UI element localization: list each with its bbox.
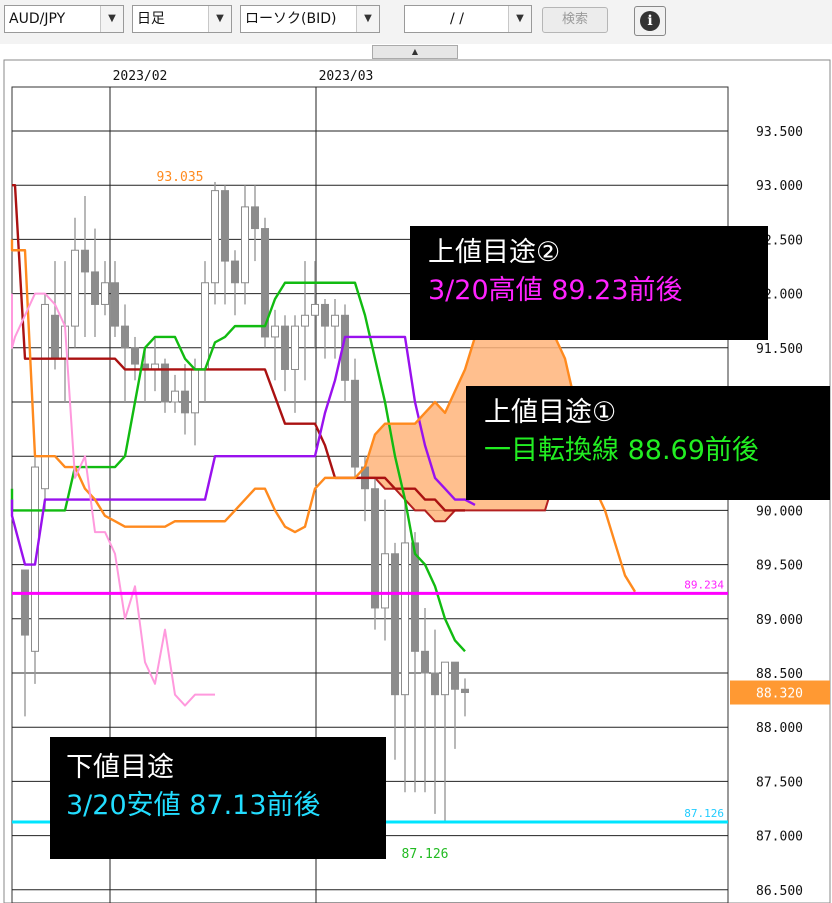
current-price-label: 88.320 bbox=[756, 687, 803, 702]
x-tick-label: 2023/03 bbox=[319, 69, 374, 84]
candle-body bbox=[201, 282, 209, 370]
candle-body bbox=[251, 206, 259, 230]
y-tick-label: 93.000 bbox=[756, 179, 803, 194]
candle bbox=[31, 456, 39, 684]
y-tick-label: 88.000 bbox=[756, 721, 803, 736]
candle-body bbox=[321, 303, 329, 327]
candle-body bbox=[271, 325, 279, 338]
candle-body bbox=[301, 314, 309, 327]
lower-target-title: 下値目途 bbox=[66, 752, 174, 783]
candle-body bbox=[371, 488, 379, 609]
y-tick-label: 88.500 bbox=[756, 667, 803, 682]
candle-body bbox=[51, 314, 59, 360]
high-price-label: 93.035 bbox=[157, 170, 204, 185]
candle-body bbox=[181, 390, 189, 414]
candle-body bbox=[291, 325, 299, 370]
candle-body bbox=[101, 282, 109, 305]
upper-target-1-box: 上値目途① 一目転換線 88.69前後 bbox=[466, 386, 830, 500]
candle-body bbox=[91, 271, 99, 305]
candle-body bbox=[401, 542, 409, 696]
candle-body bbox=[311, 303, 319, 316]
y-tick-label: 90.000 bbox=[756, 504, 803, 519]
candle-body bbox=[81, 249, 89, 273]
candle-body bbox=[211, 190, 219, 284]
candle-body bbox=[421, 650, 429, 674]
candle-body bbox=[171, 390, 179, 403]
candle-body bbox=[241, 206, 249, 284]
upper-target-1-title: 上値目途① bbox=[484, 397, 617, 428]
candle-body bbox=[451, 661, 459, 690]
y-tick-label: 87.500 bbox=[756, 775, 803, 790]
y-tick-label: 86.500 bbox=[756, 884, 803, 899]
candle-body bbox=[221, 190, 229, 262]
candle-body bbox=[191, 368, 199, 414]
y-tick-label: 89.500 bbox=[756, 559, 803, 574]
candle bbox=[41, 293, 49, 511]
low-price-label: 87.126 bbox=[402, 847, 449, 862]
candle-body bbox=[381, 553, 389, 609]
lower-target-box: 下値目途 3/20安値 87.13前後 bbox=[50, 737, 386, 859]
cyan-line-label: 87.126 bbox=[684, 807, 724, 820]
upper-target-2-box: 上値目途② 3/20高値 89.23前後 bbox=[410, 226, 768, 340]
magenta-line-label: 89.234 bbox=[684, 578, 724, 591]
candle-body bbox=[121, 325, 129, 349]
candle-body bbox=[331, 314, 339, 327]
y-tick-label: 89.000 bbox=[756, 613, 803, 628]
candle-body bbox=[231, 260, 239, 284]
candle-body bbox=[351, 379, 359, 468]
candle-body bbox=[431, 672, 439, 696]
candle-body bbox=[411, 542, 419, 652]
candle-body bbox=[281, 325, 289, 370]
candle bbox=[371, 477, 379, 630]
candle-body bbox=[21, 569, 29, 636]
candle-body bbox=[41, 303, 49, 490]
x-tick-label: 2023/02 bbox=[113, 69, 168, 84]
candle bbox=[261, 217, 269, 348]
candle-body bbox=[111, 282, 119, 327]
candle-body bbox=[131, 347, 139, 365]
y-tick-label: 87.000 bbox=[756, 830, 803, 845]
upper-target-2-title: 上値目途② bbox=[428, 237, 561, 268]
candle-body bbox=[71, 249, 79, 327]
y-tick-label: 93.500 bbox=[756, 125, 803, 140]
upper-target-2-detail: 3/20高値 89.23前後 bbox=[428, 275, 683, 306]
candle-body bbox=[441, 661, 449, 696]
y-tick-label: 91.500 bbox=[756, 342, 803, 357]
candle-body bbox=[391, 553, 399, 696]
upper-target-1-detail: 一目転換線 88.69前後 bbox=[484, 435, 759, 466]
lower-target-detail: 3/20安値 87.13前後 bbox=[66, 790, 321, 821]
candle-body bbox=[461, 688, 469, 694]
